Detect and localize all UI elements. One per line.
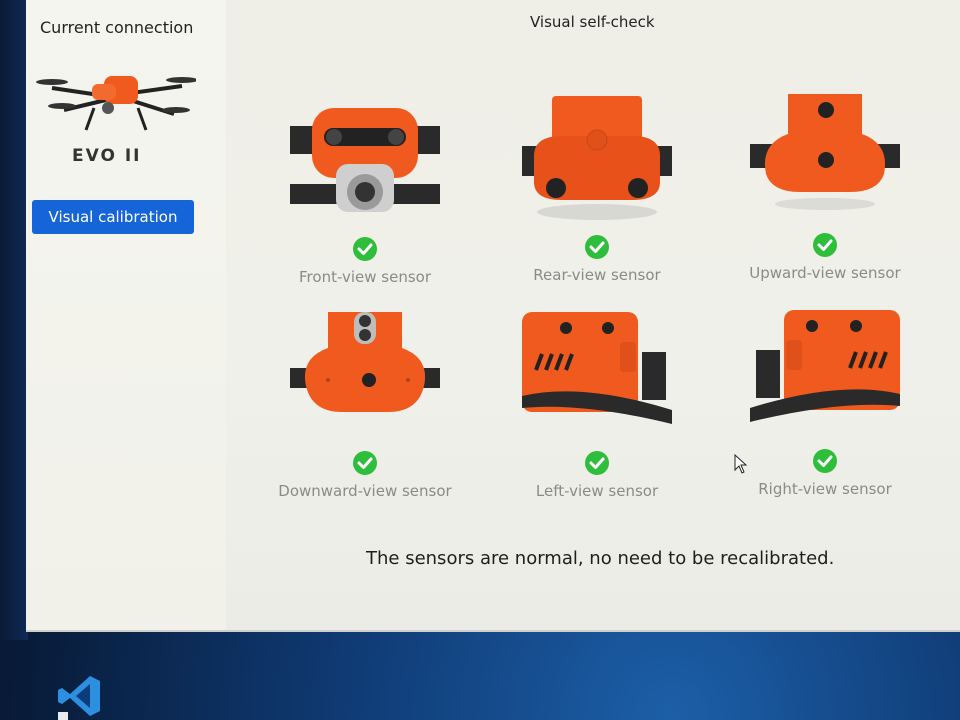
sensor-front: Front-view sensor (290, 98, 440, 286)
rear-view-sensor-image (522, 96, 672, 220)
check-icon (813, 233, 837, 257)
mouse-cursor-icon (734, 454, 748, 474)
downward-view-sensor-image (290, 312, 440, 412)
sensor-upward: Upward-view sensor (749, 94, 901, 282)
sensor-left: Left-view sensor (522, 312, 672, 500)
sensor-label: Rear-view sensor (533, 266, 661, 284)
check-icon (353, 237, 377, 261)
check-icon (585, 451, 609, 475)
sidebar: Current connection EVO II Visual calibra… (26, 0, 226, 630)
upward-view-sensor-image (750, 94, 900, 210)
page-title: Visual self-check (530, 13, 655, 31)
check-icon (353, 451, 377, 475)
sensor-right: Right-view sensor (750, 310, 900, 498)
sensor-label: Front-view sensor (299, 268, 431, 286)
sensor-rear: Rear-view sensor (522, 96, 672, 284)
left-view-sensor-image (522, 312, 672, 424)
sensor-label: Downward-view sensor (278, 482, 452, 500)
check-icon (585, 235, 609, 259)
right-view-sensor-image (750, 310, 900, 422)
vscode-taskbar-icon[interactable] (56, 672, 104, 720)
visual-calibration-button[interactable]: Visual calibration (32, 200, 194, 234)
drone-thumbnail-icon (36, 76, 196, 131)
front-view-sensor-image (290, 108, 440, 212)
app-window: Current connection EVO II Visual calibra… (26, 0, 960, 632)
sensor-downward: Downward-view sensor (278, 312, 452, 500)
sensor-label: Right-view sensor (758, 480, 892, 498)
sensor-label: Upward-view sensor (749, 264, 901, 282)
sidebar-title: Current connection (40, 18, 194, 37)
desktop-edge (0, 0, 28, 640)
sensor-label: Left-view sensor (535, 482, 659, 500)
drone-model-name: EVO II (72, 146, 142, 166)
status-message: The sensors are normal, no need to be re… (366, 548, 835, 569)
check-icon (813, 449, 837, 473)
